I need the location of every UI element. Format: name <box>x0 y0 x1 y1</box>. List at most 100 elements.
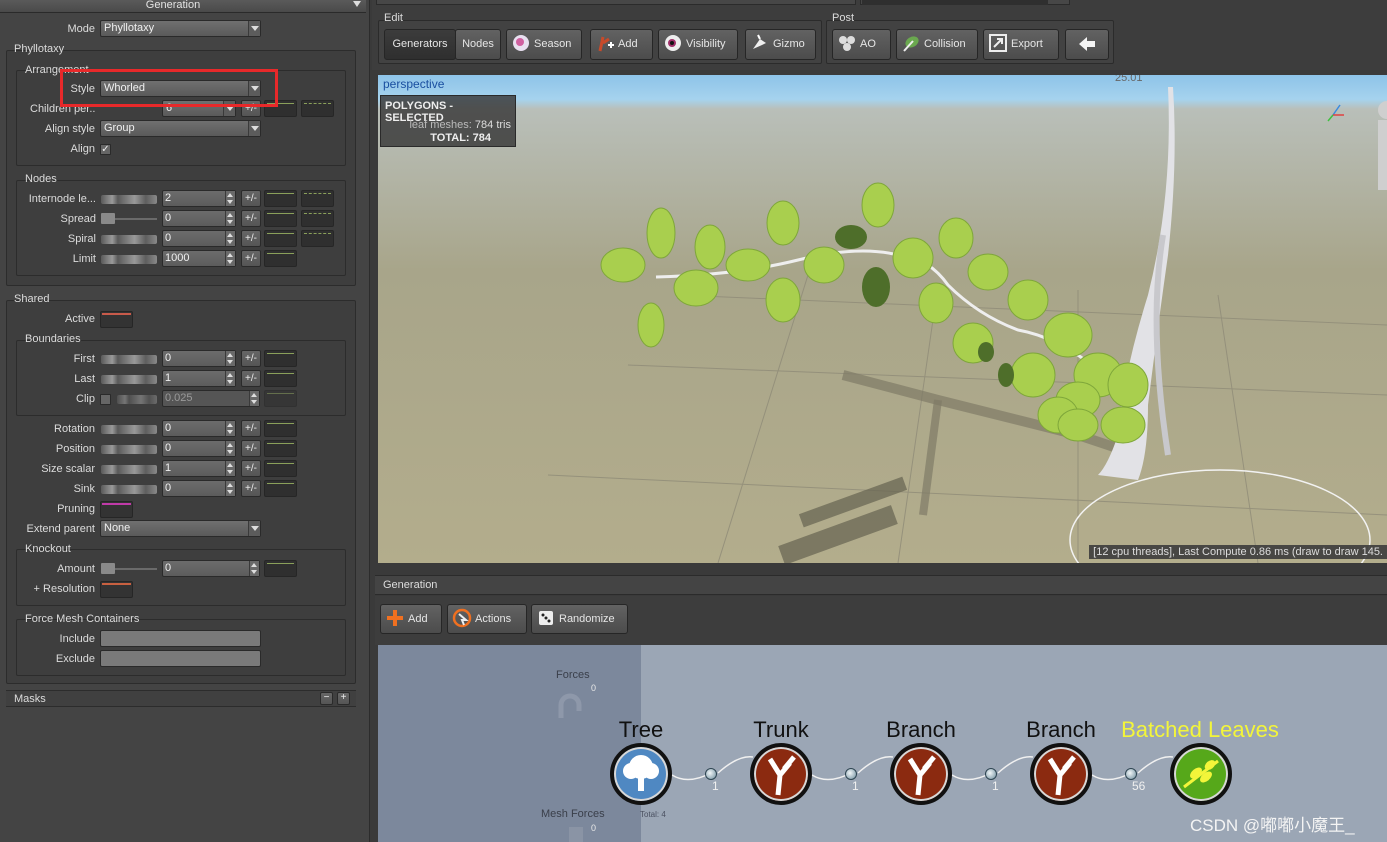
tree-node[interactable] <box>610 743 672 805</box>
spread-plusminus-button[interactable]: +/- <box>241 210 261 227</box>
nodes-button[interactable]: Nodes <box>455 29 501 60</box>
spin-arrows-icon[interactable] <box>225 461 235 476</box>
size-scalar-label: Size scalar <box>41 463 95 475</box>
branch-node-1[interactable] <box>890 743 952 805</box>
spin-arrows-icon[interactable] <box>225 231 235 246</box>
clip-curve[interactable] <box>264 390 297 407</box>
sink-slider[interactable] <box>101 485 157 494</box>
rotation-input[interactable]: 0 <box>162 420 236 437</box>
amount-slider-knob[interactable] <box>101 563 115 574</box>
align-checkbox[interactable]: ✓ <box>100 144 111 155</box>
first-curve[interactable] <box>264 350 297 367</box>
spread-curve-alt[interactable] <box>301 210 334 227</box>
position-curve[interactable] <box>264 440 297 457</box>
first-input[interactable]: 0 <box>162 350 236 367</box>
clip-input[interactable]: 0.025 <box>162 390 260 407</box>
collapse-arrow-icon[interactable] <box>353 1 361 7</box>
size-scalar-input[interactable]: 1 <box>162 460 236 477</box>
size-scalar-plusminus-button[interactable]: +/- <box>241 460 261 477</box>
size-scalar-slider[interactable] <box>101 465 157 474</box>
spin-arrows-icon[interactable] <box>225 211 235 226</box>
spin-arrows-icon[interactable] <box>225 441 235 456</box>
sink-curve[interactable] <box>264 480 297 497</box>
internode-input[interactable]: 2 <box>162 190 236 207</box>
amount-curve[interactable] <box>264 560 297 577</box>
spin-arrows-icon[interactable] <box>249 391 259 406</box>
position-plusminus-button[interactable]: +/- <box>241 440 261 457</box>
export-button[interactable]: Export <box>983 29 1059 60</box>
internode-plusminus-button[interactable]: +/- <box>241 190 261 207</box>
last-curve[interactable] <box>264 370 297 387</box>
spread-slider-knob[interactable] <box>101 213 115 224</box>
masks-add-button[interactable]: + <box>337 692 350 705</box>
mode-select[interactable]: Phyllotaxy <box>100 20 261 37</box>
spiral-slider[interactable] <box>101 235 157 244</box>
limit-input[interactable]: 1000 <box>162 250 236 267</box>
spread-curve[interactable] <box>264 210 297 227</box>
rotation-slider[interactable] <box>101 425 157 434</box>
rotation-curve[interactable] <box>264 420 297 437</box>
node-label-branch-1: Branch <box>886 717 956 742</box>
last-slider[interactable] <box>101 375 157 384</box>
limit-curve[interactable] <box>264 250 297 267</box>
sink-plusminus-button[interactable]: +/- <box>241 480 261 497</box>
sink-input[interactable]: 0 <box>162 480 236 497</box>
clip-slider[interactable] <box>117 395 157 404</box>
spiral-curve[interactable] <box>264 230 297 247</box>
randomize-button[interactable]: Randomize <box>531 604 628 634</box>
position-slider[interactable] <box>101 445 157 454</box>
limit-plusminus-button[interactable]: +/- <box>241 250 261 267</box>
collision-button[interactable]: Collision <box>896 29 978 60</box>
season-button[interactable]: Season <box>506 29 582 60</box>
add-button[interactable]: Add <box>590 29 653 60</box>
batched-leaves-node[interactable] <box>1170 743 1232 805</box>
spread-input[interactable]: 0 <box>162 210 236 227</box>
last-input[interactable]: 1 <box>162 370 236 387</box>
generators-button[interactable]: Generators <box>384 29 456 60</box>
pruning-swatch[interactable] <box>100 501 133 518</box>
exclude-label: Exclude <box>55 653 95 665</box>
ao-button[interactable]: AO <box>832 29 891 60</box>
align-style-select[interactable]: Group <box>100 120 261 137</box>
position-input[interactable]: 0 <box>162 440 236 457</box>
spin-arrows-icon[interactable] <box>225 421 235 436</box>
internode-curve-alt[interactable] <box>301 190 334 207</box>
last-plusminus-button[interactable]: +/- <box>241 370 261 387</box>
gizmo-button[interactable]: Gizmo <box>745 29 816 60</box>
generation-add-button[interactable]: Add <box>380 604 442 634</box>
rotation-plusminus-button[interactable]: +/- <box>241 420 261 437</box>
extend-parent-select[interactable]: None <box>100 520 261 537</box>
spiral-curve-alt[interactable] <box>301 230 334 247</box>
align-style-value: Group <box>104 122 135 134</box>
first-slider[interactable] <box>101 355 157 364</box>
children-per-curve-alt[interactable] <box>301 100 334 117</box>
internode-slider[interactable] <box>101 195 157 204</box>
trunk-node[interactable] <box>750 743 812 805</box>
active-label: Active <box>65 313 95 325</box>
3d-viewport[interactable]: perspective 25.01 POLYGONS - SELECTED le… <box>378 75 1387 563</box>
spin-arrows-icon[interactable] <box>225 481 235 496</box>
first-plusminus-button[interactable]: +/- <box>241 350 261 367</box>
limit-slider[interactable] <box>101 255 157 264</box>
active-swatch[interactable] <box>100 311 133 328</box>
spin-arrows-icon[interactable] <box>249 561 259 576</box>
size-scalar-curve[interactable] <box>264 460 297 477</box>
clip-checkbox[interactable] <box>100 394 111 405</box>
spin-arrows-icon[interactable] <box>225 351 235 366</box>
spin-arrows-icon[interactable] <box>225 191 235 206</box>
spin-arrows-icon[interactable] <box>225 371 235 386</box>
internode-curve[interactable] <box>264 190 297 207</box>
resolution-swatch[interactable] <box>100 581 133 598</box>
spiral-plusminus-button[interactable]: +/- <box>241 230 261 247</box>
node-graph[interactable]: Forces 0 Mesh Forces 0 Total: 4 Tree 1 T… <box>378 645 1387 842</box>
visibility-button[interactable]: Visibility <box>658 29 738 60</box>
amount-input[interactable]: 0 <box>162 560 260 577</box>
exclude-field[interactable] <box>100 650 261 667</box>
back-arrow-button[interactable] <box>1065 29 1109 60</box>
spin-arrows-icon[interactable] <box>225 251 235 266</box>
branch-node-2[interactable] <box>1030 743 1092 805</box>
actions-button[interactable]: Actions <box>447 604 527 634</box>
masks-remove-button[interactable]: − <box>320 692 333 705</box>
include-field[interactable] <box>100 630 261 647</box>
spiral-input[interactable]: 0 <box>162 230 236 247</box>
